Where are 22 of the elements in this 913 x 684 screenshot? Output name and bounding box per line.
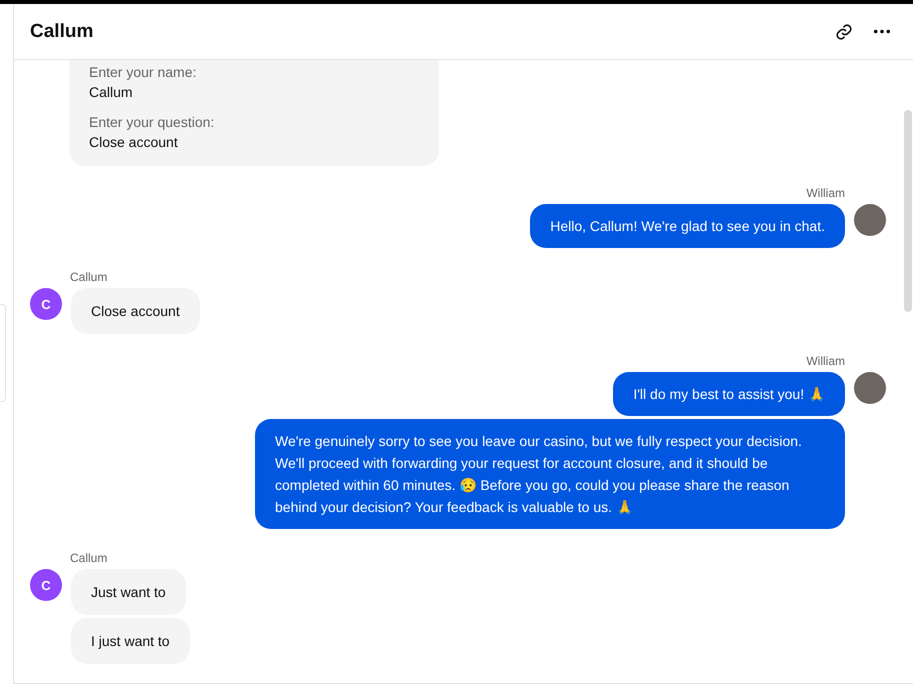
link-icon — [835, 22, 853, 40]
chat-title: Callum — [30, 20, 94, 42]
message-bubble: We're genuinely sorry to see you leave our casino, but we fully respect your decision. We'll proceed with forwarding your request for account closure, and it should be completed within 60 minutes. 😥 Before you go, could you please share the reason behind your decision? Your feedback is valuable to us. 🙏 — [255, 419, 845, 529]
avatar-initial: C — [30, 288, 62, 320]
message-bubble: I'll do my best to assist you! 🙏 — [613, 372, 845, 416]
message-bubble: Just want to — [71, 569, 186, 615]
sender-name: Callum — [70, 270, 108, 284]
more-icon — [873, 29, 891, 34]
field-label: Enter your question: — [89, 114, 216, 130]
field-value: Close account — [89, 134, 179, 150]
sender-name: William — [806, 354, 845, 368]
avatar-photo-placeholder — [854, 372, 886, 404]
sender-name: William — [806, 186, 845, 200]
field-value: Callum — [89, 84, 134, 100]
message-bubble: I just want to — [71, 618, 190, 664]
scrollbar[interactable] — [904, 110, 912, 312]
message-bubble: Close account — [71, 288, 200, 334]
sender-name: Callum — [70, 551, 108, 565]
avatar-photo-placeholder — [854, 204, 886, 236]
message-bubble: Hello, Callum! We're glad to see you in chat. — [530, 204, 845, 248]
avatar-initial: C — [30, 569, 62, 601]
field-label: Enter your name: — [89, 64, 198, 80]
